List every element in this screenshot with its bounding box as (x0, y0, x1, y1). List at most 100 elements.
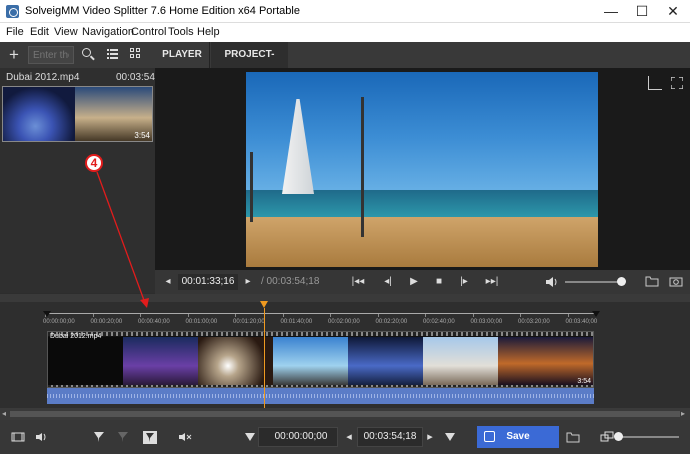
volume-slider[interactable] (565, 281, 621, 283)
ruler-tick (472, 314, 474, 317)
thumbnail-duration: 3:54 (134, 131, 150, 140)
ruler-tick (235, 314, 236, 317)
marker-left[interactable] (43, 311, 51, 317)
tab-project[interactable]: PROJECT-2.SSP (211, 42, 288, 86)
menu-edit[interactable]: Edit (30, 26, 49, 38)
minimize-button[interactable]: — (596, 0, 626, 23)
end-prev-button[interactable]: ◂ (342, 431, 356, 444)
menu-control[interactable]: Control (131, 26, 166, 38)
frame-back-button[interactable]: ◂ (161, 275, 175, 289)
save-button[interactable]: Save (477, 426, 559, 448)
add-file-button[interactable]: + (6, 45, 22, 65)
file-duration: 00:03:54 (116, 72, 155, 83)
video-frame (246, 72, 598, 267)
maximize-button[interactable]: ☐ (627, 0, 657, 23)
save-label: Save (506, 431, 530, 442)
annotation-number: 4 (85, 154, 103, 172)
zoom-knob[interactable] (614, 432, 623, 441)
current-timecode[interactable]: 00:01:33;16 (178, 274, 238, 290)
open-folder-icon[interactable] (645, 275, 659, 289)
search-input[interactable] (28, 46, 74, 64)
grid-view-icon[interactable] (130, 47, 142, 61)
audio-track-icon[interactable] (35, 431, 49, 444)
go-start-button[interactable]: |◂◂ (351, 275, 365, 289)
play-button[interactable]: ▶ (407, 275, 421, 289)
ruler-label: 00:03:00;00 (470, 319, 503, 325)
remove-marker-icon[interactable] (116, 431, 130, 444)
video-clip-track[interactable]: Dubai 2012.mp4 3:54 (47, 331, 594, 388)
mute-icon[interactable] (178, 431, 192, 444)
clip-duration: 3:54 (577, 378, 591, 385)
scroll-right-icon[interactable]: ▸ (681, 409, 685, 418)
zoom-slider[interactable] (615, 436, 679, 438)
list-view-icon[interactable] (107, 47, 119, 61)
scrollbar-thumb[interactable] (10, 411, 680, 417)
ruler-label: 00:01:20;00 (233, 319, 265, 325)
end-next-button[interactable]: ▸ (423, 431, 437, 444)
bottom-toolbar: ◂ 00:00:00;00 ◂ 00:03:54;18 ▸ Save (0, 420, 690, 454)
ruler-tick (567, 314, 569, 317)
frame-forward-button[interactable]: ▸ (241, 275, 255, 289)
fit-screen-icon[interactable] (670, 76, 684, 90)
ruler-label: 00:03:20;00 (518, 319, 550, 325)
start-marker-icon[interactable] (243, 431, 257, 444)
volume-knob[interactable] (617, 277, 626, 286)
ruler-label: 00:00:20;00 (90, 319, 123, 325)
ruler-label: 00:01:00;00 (185, 319, 218, 325)
tab-player[interactable]: PLAYER (155, 42, 210, 68)
scroll-left-icon[interactable]: ◂ (2, 409, 6, 418)
volume-icon[interactable] (545, 275, 559, 289)
menu-view[interactable]: View (54, 26, 78, 38)
menu-bar: File Edit View Navigation Control Tools … (0, 23, 690, 42)
search-icon[interactable] (79, 46, 97, 64)
playhead-handle[interactable] (260, 301, 268, 308)
window-title: SolveigMM Video Splitter 7.6 Home Editio… (25, 5, 300, 17)
menu-navigation[interactable]: Navigation (82, 26, 134, 38)
menu-file[interactable]: File (6, 26, 24, 38)
timeline-scrollbar[interactable]: ◂ ▸ (0, 408, 690, 420)
menu-help[interactable]: Help (197, 26, 220, 38)
total-timecode: / 00:03:54;18 (261, 276, 320, 287)
time-ruler[interactable]: 00:00:00;00 00:00:20;00 00:00:40;00 00:01:0… (40, 314, 640, 328)
go-end-button[interactable]: ▸▸| (485, 275, 499, 289)
ruler-tick (282, 314, 284, 317)
step-forward-button[interactable]: |▸ (457, 275, 471, 289)
transport-bar: ◂ 00:01:33;16 ▸ / 00:03:54;18 |◂◂ ◂| ▶ ■… (155, 270, 690, 294)
file-name[interactable]: Dubai 2012.mp4 (6, 72, 79, 83)
ruler-tick (92, 314, 94, 317)
file-list-toolbar: + (0, 42, 155, 68)
crop-icon[interactable] (648, 76, 662, 90)
tab-bar: PLAYER PROJECT-2.SSP (155, 42, 690, 86)
start-time-field[interactable]: 00:00:00;00 (258, 427, 338, 447)
audio-track[interactable] (47, 388, 594, 404)
file-list-panel: Dubai 2012.mp4 00:03:54 3:54 (0, 68, 155, 293)
zoom-icon[interactable] (600, 431, 614, 444)
close-button[interactable]: ✕ (658, 0, 688, 23)
ruler-tick (330, 314, 331, 317)
marker-right[interactable] (592, 311, 600, 317)
file-thumbnail[interactable]: 3:54 (2, 86, 153, 142)
add-marker-icon[interactable] (92, 431, 106, 444)
playhead-line (264, 308, 265, 410)
ruler-label: 00:02:20;00 (375, 319, 408, 325)
app-logo-icon (6, 5, 19, 18)
video-track-icon[interactable] (11, 431, 25, 444)
cut-segment-icon[interactable] (143, 431, 157, 444)
ruler-label: 00:00:00;00 (43, 319, 75, 325)
app-window: SolveigMM Video Splitter 7.6 Home Editio… (0, 0, 690, 454)
end-time-field[interactable]: 00:03:54;18 (357, 427, 423, 447)
end-marker-icon[interactable] (443, 431, 457, 444)
ruler-label: 00:02:00;00 (328, 319, 360, 325)
save-icon (484, 431, 495, 442)
step-back-button[interactable]: ◂| (381, 275, 395, 289)
output-folder-icon[interactable] (566, 431, 580, 444)
timeline-splitter[interactable] (0, 294, 690, 302)
menu-tools[interactable]: Tools (168, 26, 194, 38)
ruler-tick (520, 314, 521, 317)
stop-button[interactable]: ■ (432, 275, 446, 289)
ruler-label: 00:00:40;00 (138, 319, 170, 325)
title-bar: SolveigMM Video Splitter 7.6 Home Editio… (0, 0, 690, 23)
clip-name: Dubai 2012.mp4 (50, 333, 102, 340)
ruler-label: 00:03:40;00 (565, 319, 598, 325)
snapshot-icon[interactable] (669, 275, 683, 289)
